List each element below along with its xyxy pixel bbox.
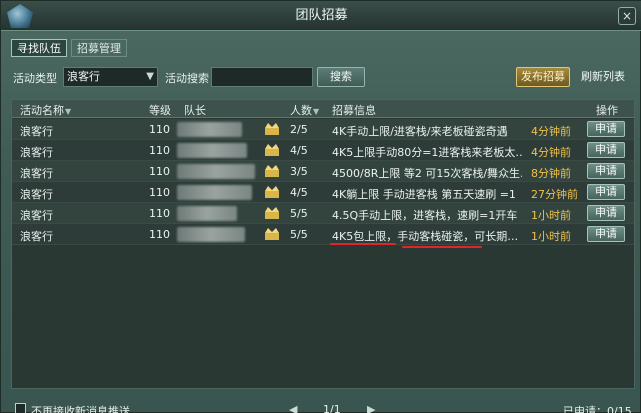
leader-badge-icon	[265, 207, 279, 219]
prev-page-icon[interactable]: ◀	[289, 403, 297, 413]
cell-activity: 浪客行	[20, 209, 53, 222]
tab-find-team[interactable]: 寻找队伍	[11, 39, 67, 57]
cell-activity: 浪客行	[20, 167, 53, 180]
activity-type-label: 活动类型	[13, 72, 57, 85]
apply-button[interactable]: 申请	[587, 226, 625, 242]
emblem-icon	[7, 4, 33, 28]
leader-name-blurred	[177, 227, 245, 242]
page-indicator: 1/1	[323, 403, 341, 413]
cell-time: 8分钟前	[531, 167, 571, 180]
cell-time: 1小时前	[531, 230, 571, 243]
cell-level: 110	[149, 144, 170, 157]
leader-name-blurred	[177, 206, 237, 221]
leader-badge-icon	[265, 144, 279, 156]
team-recruit-window: 团队招募 × 寻找队伍 招募管理 活动类型 浪客行 ▼ 活动搜索 搜索 发布招募…	[0, 0, 641, 413]
table-row[interactable]: 浪客行 110 3/5 4500/8R上限 等2 可15次客栈/舞众生… 8分钟…	[12, 161, 634, 182]
cell-members: 4/5	[290, 144, 308, 157]
sort-icon: ▼	[313, 107, 320, 116]
cell-level: 110	[149, 123, 170, 136]
next-page-icon[interactable]: ▶	[367, 403, 375, 413]
cell-recruit-info: 4K5上限手动80分=1进客栈来老板太…	[332, 146, 522, 159]
cell-recruit-info: 4500/8R上限 等2 可15次客栈/舞众生…	[332, 167, 522, 180]
apply-button[interactable]: 申请	[587, 184, 625, 200]
red-annotation-underline	[330, 243, 396, 245]
search-input[interactable]	[211, 67, 313, 87]
header-leader: 队长	[184, 104, 206, 117]
leader-name-blurred	[177, 185, 252, 200]
apply-button[interactable]: 申请	[587, 121, 625, 137]
header-level: 等级	[149, 104, 171, 117]
apply-button[interactable]: 申请	[587, 163, 625, 179]
cell-activity: 浪客行	[20, 188, 53, 201]
header-activity-name[interactable]: 活动名称▼	[20, 102, 71, 118]
title-bar: 团队招募 ×	[1, 1, 641, 31]
cell-recruit-info: 4.5Q手动上限，进客栈，速刷=1开车	[332, 209, 518, 222]
chevron-down-icon: ▼	[146, 71, 154, 82]
close-button[interactable]: ×	[618, 7, 636, 25]
applied-status: 已申请：0/15	[563, 405, 632, 413]
filter-bar: 活动类型 浪客行 ▼ 活动搜索 搜索 发布招募 刷新列表	[11, 67, 633, 87]
leader-badge-icon	[265, 165, 279, 177]
tab-recruit-manage[interactable]: 招募管理	[71, 39, 127, 57]
red-annotation-underline	[402, 246, 482, 248]
cell-level: 110	[149, 207, 170, 220]
publish-recruit-button[interactable]: 发布招募	[516, 67, 570, 87]
search-label: 活动搜索	[165, 72, 209, 85]
cell-recruit-info: 4K5包上限，手动客栈碰瓷，可长期…	[332, 230, 519, 243]
footer-bar: 不再接收新消息推送 ◀ 1/1 ▶ 已申请：0/15	[11, 401, 633, 413]
leader-badge-icon	[265, 123, 279, 135]
no-push-checkbox[interactable]	[15, 403, 26, 413]
apply-button[interactable]: 申请	[587, 142, 625, 158]
refresh-list-button[interactable]: 刷新列表	[575, 67, 631, 87]
apply-button[interactable]: 申请	[587, 205, 625, 221]
tab-bar: 寻找队伍 招募管理	[11, 39, 127, 57]
cell-time: 1小时前	[531, 209, 571, 222]
leader-name-blurred	[177, 164, 255, 179]
leader-name-blurred	[177, 122, 242, 137]
sort-icon: ▼	[65, 107, 72, 116]
cell-members: 5/5	[290, 228, 308, 241]
activity-type-value: 浪客行	[67, 70, 100, 83]
activity-type-select[interactable]: 浪客行 ▼	[63, 67, 158, 87]
header-members[interactable]: 人数▼	[290, 102, 319, 118]
header-action: 操作	[596, 104, 618, 117]
header-recruit-info: 招募信息	[332, 104, 376, 117]
cell-time: 4分钟前	[531, 125, 571, 138]
cell-recruit-info: 4K手动上限/进客栈/来老板碰瓷奇遇	[332, 125, 508, 138]
table-row[interactable]: 浪客行 110 5/5 4.5Q手动上限，进客栈，速刷=1开车 1小时前 申请	[12, 203, 634, 224]
cell-level: 110	[149, 228, 170, 241]
table-header: 活动名称▼ 等级 队长 人数▼ 招募信息 操作	[12, 100, 634, 118]
cell-activity: 浪客行	[20, 146, 53, 159]
no-push-label: 不再接收新消息推送	[31, 405, 130, 413]
cell-time: 27分钟前	[531, 188, 578, 201]
table-row[interactable]: 浪客行 110 2/5 4K手动上限/进客栈/来老板碰瓷奇遇 4分钟前 申请	[12, 119, 634, 140]
cell-members: 2/5	[290, 123, 308, 136]
cell-members: 3/5	[290, 165, 308, 178]
cell-members: 5/5	[290, 207, 308, 220]
cell-recruit-info: 4K躺上限 手动进客栈 第五天速刷 =1	[332, 188, 516, 201]
cell-level: 110	[149, 186, 170, 199]
table-row[interactable]: 浪客行 110 4/5 4K5上限手动80分=1进客栈来老板太… 4分钟前 申请	[12, 140, 634, 161]
cell-activity: 浪客行	[20, 230, 53, 243]
table-row[interactable]: 浪客行 110 4/5 4K躺上限 手动进客栈 第五天速刷 =1 27分钟前 申…	[12, 182, 634, 203]
search-button[interactable]: 搜索	[317, 67, 365, 87]
cell-time: 4分钟前	[531, 146, 571, 159]
table-row[interactable]: 浪客行 110 5/5 4K5包上限，手动客栈碰瓷，可长期… 1小时前 申请	[12, 224, 634, 245]
leader-badge-icon	[265, 186, 279, 198]
leader-badge-icon	[265, 228, 279, 240]
cell-activity: 浪客行	[20, 125, 53, 138]
window-title: 团队招募	[295, 8, 348, 23]
leader-name-blurred	[177, 143, 247, 158]
cell-level: 110	[149, 165, 170, 178]
recruit-table: 活动名称▼ 等级 队长 人数▼ 招募信息 操作 浪客行 110 2/5 4K手动…	[11, 99, 635, 389]
cell-members: 4/5	[290, 186, 308, 199]
